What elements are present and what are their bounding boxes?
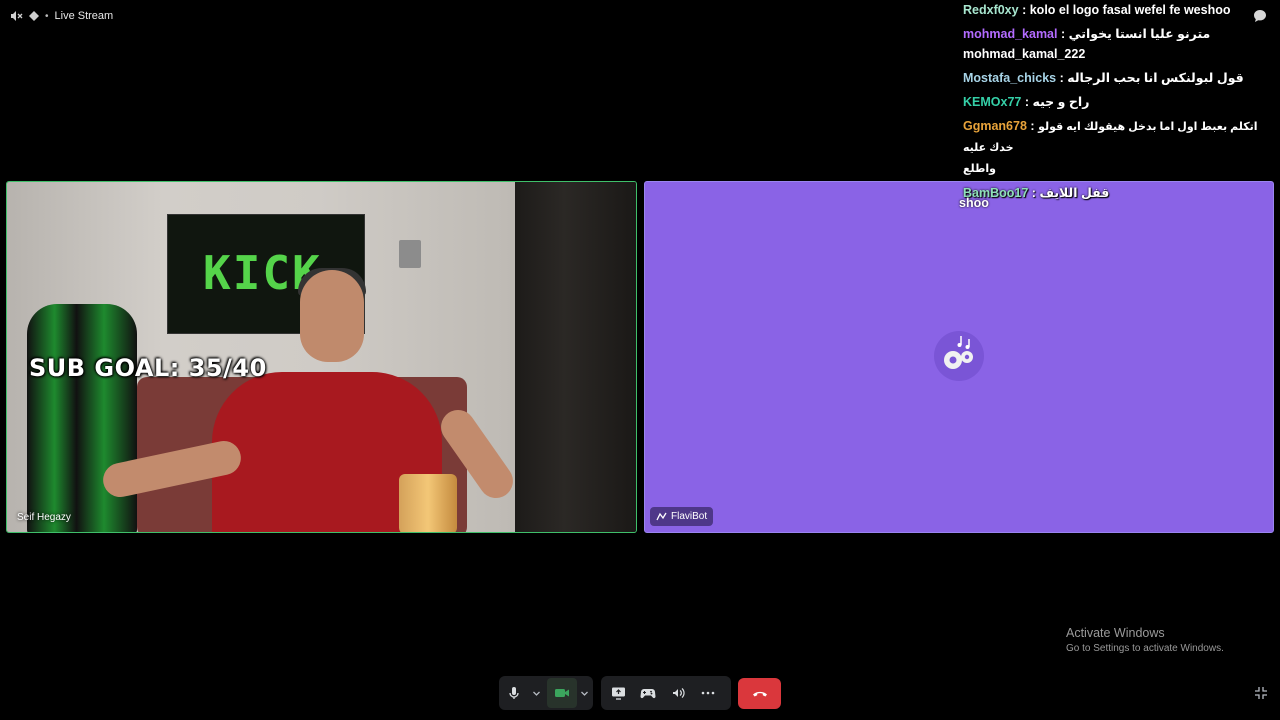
bot-avatar-icon bbox=[934, 331, 984, 381]
speaker-muted-icon[interactable] bbox=[9, 9, 23, 23]
more-options-button[interactable] bbox=[693, 678, 723, 708]
chevron-down-icon bbox=[580, 691, 588, 696]
channel-title: Live Stream bbox=[54, 10, 114, 22]
screen-share-button[interactable] bbox=[603, 678, 633, 708]
separator-dot: • bbox=[45, 10, 49, 22]
chat-message: mohmad_kamal : مترنو عليا انستا يخواتي bbox=[963, 24, 1273, 44]
chat-message: Ggman678 : اتكلم بعبط اول اما بدخل هيقول… bbox=[963, 116, 1273, 158]
disconnect-button[interactable] bbox=[738, 678, 781, 709]
chat-trailing-text: shoo bbox=[959, 196, 989, 210]
chat-bubble-icon[interactable] bbox=[1253, 9, 1267, 23]
chat-message-continuation: mohmad_kamal_222 bbox=[963, 44, 1273, 64]
chat-message: BamBoo17 : قفل اللايف bbox=[963, 183, 1273, 203]
microphone-button[interactable] bbox=[499, 678, 529, 708]
camera-icon bbox=[555, 689, 569, 697]
windows-activation-watermark: Activate Windows Go to Settings to activ… bbox=[1066, 626, 1224, 654]
camera-tile[interactable]: KICK SUB GOAL: 35/40 Seif Hegazy bbox=[6, 181, 637, 533]
activity-controls bbox=[601, 676, 731, 710]
exit-fullscreen-icon[interactable] bbox=[1254, 686, 1268, 700]
chat-username: KEMOx77 bbox=[963, 95, 1022, 109]
participant-name: Seif Hegazy bbox=[17, 512, 71, 523]
chat-message: KEMOx77 : راح و جيه bbox=[963, 92, 1273, 112]
chat-text: واطلع bbox=[963, 163, 996, 175]
audio-video-controls bbox=[499, 676, 593, 710]
stage-icon bbox=[29, 11, 39, 21]
gaming-chair bbox=[27, 304, 137, 532]
chat-message: Redxf0xy : kolo el logo fasal wefel fe w… bbox=[963, 0, 1273, 20]
streamer-head bbox=[300, 270, 364, 362]
chat-username: Redxf0xy bbox=[963, 3, 1019, 17]
chat-username: mohmad_kamal bbox=[963, 27, 1058, 41]
microphone-options-button[interactable] bbox=[529, 678, 543, 708]
chat-text: راح و جيه bbox=[1032, 95, 1090, 109]
screen-share-icon bbox=[611, 687, 625, 700]
watermark-subtitle: Go to Settings to activate Windows. bbox=[1066, 643, 1224, 654]
chevron-down-icon bbox=[532, 691, 540, 696]
chat-text: mohmad_kamal_222 bbox=[963, 47, 1086, 61]
camera-options-button[interactable] bbox=[577, 678, 591, 708]
hang-up-icon bbox=[752, 691, 767, 696]
chat-username: Mostafa_chicks bbox=[963, 71, 1057, 85]
chat-text: قول لبولنكس انا بحب الرجاله bbox=[1067, 71, 1244, 85]
chat-separator: : bbox=[1024, 95, 1030, 109]
bot-icon bbox=[656, 512, 667, 521]
chat-text: kolo el logo fasal wefel fe weshoo bbox=[1029, 3, 1231, 17]
bot-name: FlaviBot bbox=[671, 511, 708, 522]
chat-separator: : bbox=[1030, 119, 1035, 133]
sub-goal-overlay: SUB GOAL: 35/40 bbox=[29, 354, 267, 382]
top-bar: • Live Stream bbox=[9, 8, 113, 24]
chat-separator: : bbox=[1060, 27, 1066, 41]
play-button-plaque bbox=[399, 240, 421, 268]
chat-message-continuation: واطلع bbox=[963, 158, 1273, 179]
chat-separator: : bbox=[1022, 3, 1027, 17]
more-icon bbox=[701, 691, 715, 695]
soundboard-button[interactable] bbox=[663, 678, 693, 708]
chat-separator: : bbox=[1059, 71, 1064, 85]
soundboard-icon bbox=[672, 688, 685, 698]
bot-tile[interactable]: FlaviBot bbox=[644, 181, 1274, 533]
chat-text: مترنو عليا انستا يخواتي bbox=[1068, 27, 1211, 41]
chat-username: Ggman678 bbox=[963, 119, 1027, 133]
activities-button[interactable] bbox=[633, 678, 663, 708]
watermark-title: Activate Windows bbox=[1066, 626, 1165, 640]
bot-name-label: FlaviBot bbox=[650, 507, 714, 526]
chat-separator: : bbox=[1031, 186, 1036, 200]
gamepad-icon bbox=[640, 689, 656, 699]
chat-overlay: Redxf0xy : kolo el logo fasal wefel fe w… bbox=[963, 0, 1273, 207]
microphone-icon bbox=[509, 687, 519, 699]
desk-microphone bbox=[399, 474, 457, 532]
chat-message: Mostafa_chicks : قول لبولنكس انا بحب الر… bbox=[963, 68, 1273, 88]
chat-text: قفل اللايف bbox=[1039, 186, 1110, 200]
camera-button[interactable] bbox=[547, 678, 577, 708]
